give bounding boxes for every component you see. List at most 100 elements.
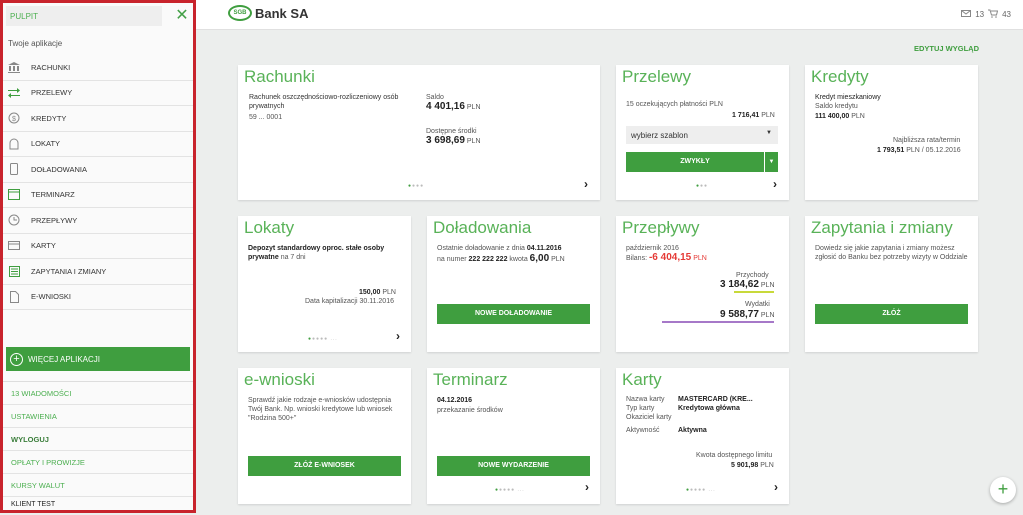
link-settings[interactable]: USTAWIENIA xyxy=(3,405,193,428)
chevron-right-icon[interactable]: › xyxy=(773,177,777,191)
pager-dots[interactable]: ●●●● xyxy=(408,183,424,189)
last-topup: Ostatnie doładowanie z dnia 04.11.2016 xyxy=(437,245,562,252)
card-title: Doładowania xyxy=(433,218,532,237)
card-ewnioski[interactable]: e-wnioski Sprawdź jakie rodzaje e-wniosk… xyxy=(238,368,411,504)
regular-transfer-button[interactable]: ZWYKŁY xyxy=(626,152,764,172)
user-name: KLIENT TEST xyxy=(11,501,56,508)
transfer-icon xyxy=(7,87,21,99)
header-actions: 13 43 xyxy=(961,9,1011,20)
link-messages[interactable]: 13 WIADOMOŚCI xyxy=(3,382,193,405)
sidebar-search-field[interactable]: PULPIT xyxy=(6,6,162,26)
expense-bar xyxy=(662,321,774,323)
bank-logo[interactable]: SGB Bank SA xyxy=(228,5,308,21)
list-icon xyxy=(7,265,21,277)
link-exchange-rates[interactable]: KURSY WALUT xyxy=(3,474,193,497)
cart-count[interactable]: 43 xyxy=(1002,10,1011,19)
deposit-icon xyxy=(7,138,21,150)
next-installment-label: Najbliższa rata/termin xyxy=(893,137,961,144)
card-kredyty[interactable]: Kredyty Kredyt mieszkaniowy Saldo kredyt… xyxy=(805,65,978,200)
next-installment: 1 793,51 PLN / 05.12.2016 xyxy=(877,147,961,154)
phone-icon xyxy=(7,163,21,176)
card-holder-label: Okaziciel karty xyxy=(626,414,672,421)
sidebar-item-label: ZAPYTANIA I ZMIANY xyxy=(31,266,107,276)
pager-dots[interactable]: ●●●●● ... xyxy=(308,336,338,342)
loan-balance-label: Saldo kredytu xyxy=(815,103,858,110)
event-date: 04.12.2016 xyxy=(437,397,473,404)
pager-dots[interactable]: ●●● xyxy=(696,183,708,189)
new-event-button[interactable]: NOWE WYDARZENIE xyxy=(437,456,590,476)
deposit-amount: 150,00 PLN xyxy=(359,289,396,296)
account-number: 59 ... 0001 xyxy=(249,114,283,121)
card-przeplywy[interactable]: Przepływy październik 2016 Bilans: -6 40… xyxy=(616,216,789,352)
chevron-right-icon[interactable]: › xyxy=(774,480,778,494)
cart-icon[interactable] xyxy=(988,9,999,20)
card-zapytania[interactable]: Zapytania i zmiany Dowiedz się jakie zap… xyxy=(805,216,978,352)
sidebar-item-kredyty[interactable]: $ KREDYTY xyxy=(3,106,193,132)
card-lokaty[interactable]: Lokaty Depozyt standardowy oproc. stałe … xyxy=(238,216,411,352)
card-name-label: Nazwa karty xyxy=(626,396,665,403)
template-select-value: wybierz szablon xyxy=(631,131,688,140)
sidebar-item-karty[interactable]: KARTY xyxy=(3,234,193,259)
sidebar-item-label: PRZELEWY xyxy=(31,88,73,98)
card-doladowania[interactable]: Doładowania Ostatnie doładowanie z dnia … xyxy=(427,216,600,352)
template-select[interactable]: wybierz szablon ▼ xyxy=(626,126,778,144)
card-icon xyxy=(7,240,21,252)
card-type-label: Typ karty xyxy=(626,405,655,412)
mail-icon[interactable] xyxy=(961,10,972,19)
sidebar-item-przelewy[interactable]: PRZELEWY xyxy=(3,81,193,106)
messages-count[interactable]: 13 xyxy=(975,10,984,19)
submit-inquiry-button[interactable]: ZŁÓŻ xyxy=(815,304,968,324)
deposit-name: Depozyt standardowy oproc. stałe osoby p… xyxy=(248,245,385,261)
sidebar-item-zapytania[interactable]: ZAPYTANIA I ZMIANY xyxy=(3,259,193,285)
logo-mark: SGB xyxy=(228,5,252,21)
new-topup-button[interactable]: NOWE DOŁADOWANIE xyxy=(437,304,590,324)
transfer-dropdown-button[interactable]: ▼ xyxy=(765,152,778,172)
card-terminarz[interactable]: Terminarz 04.12.2016 przekazanie środków… xyxy=(427,368,600,504)
edit-layout-link[interactable]: EDYTUJ WYGLĄD xyxy=(914,44,979,53)
card-activity-label: Aktywność xyxy=(626,427,660,434)
svg-text:$: $ xyxy=(12,116,16,123)
limit-value: 5 901,98 PLN xyxy=(731,462,774,469)
pager-dots[interactable]: ●●●●● ... xyxy=(686,487,716,493)
ewnioski-description: Sprawdź jakie rodzaje e-wniosków udostęp… xyxy=(248,397,393,422)
card-rachunki[interactable]: Rachunki Rachunek oszczędnościowo-rozlic… xyxy=(238,65,600,200)
add-widget-button[interactable]: + xyxy=(990,477,1016,503)
pending-payments: 15 oczekujących płatności PLN xyxy=(626,101,723,108)
sidebar-item-przeplywy[interactable]: PRZEPŁYWY xyxy=(3,208,193,234)
card-title: Przepływy xyxy=(622,218,700,237)
chevron-right-icon[interactable]: › xyxy=(584,177,588,191)
card-title: e-wnioski xyxy=(244,370,315,389)
card-title: Zapytania i zmiany xyxy=(811,218,953,237)
expense-label: Wydatki xyxy=(745,301,770,308)
sidebar-item-doladowania[interactable]: DOŁADOWANIA xyxy=(3,157,193,183)
event-description: przekazanie środków xyxy=(437,407,503,414)
card-type-value: Kredytowa główna xyxy=(678,405,740,412)
more-apps-button[interactable]: + WIĘCEJ APLIKACJI xyxy=(6,347,190,371)
close-icon[interactable]: ✕ xyxy=(173,7,191,25)
document-icon xyxy=(7,290,21,303)
card-title: Przelewy xyxy=(622,67,691,86)
sidebar-item-terminarz[interactable]: TERMINARZ xyxy=(3,183,193,208)
pager-dots[interactable]: ●●●●● ... xyxy=(495,487,525,493)
sidebar-item-rachunki[interactable]: RACHUNKI xyxy=(3,55,193,81)
clock-icon xyxy=(7,214,21,226)
sidebar-item-ewnioski[interactable]: E-WNIOSKI xyxy=(3,285,193,310)
sidebar-item-label: KREDYTY xyxy=(31,113,67,123)
inquiries-description: Dowiedz się jakie zapytania i zmiany moż… xyxy=(815,245,968,261)
limit-label: Kwota dostępnego limitu xyxy=(696,452,773,459)
topup-details: na numer 222 222 222 kwota 6,00 PLN xyxy=(437,253,565,264)
calendar-icon xyxy=(7,189,21,201)
card-activity-value: Aktywna xyxy=(678,427,707,434)
link-logout[interactable]: WYLOGUJ xyxy=(3,428,193,451)
link-fees[interactable]: OPŁATY I PROWIZJE xyxy=(3,451,193,474)
card-przelewy[interactable]: Przelewy 15 oczekujących płatności PLN 1… xyxy=(616,65,789,200)
sidebar-item-lokaty[interactable]: LOKATY xyxy=(3,132,193,157)
available-value: 3 698,69 PLN xyxy=(426,135,481,146)
logo-text: Bank SA xyxy=(255,5,309,21)
chevron-right-icon[interactable]: › xyxy=(396,329,400,343)
saldo-value: 4 401,16 PLN xyxy=(426,101,481,112)
sidebar-item-label: E-WNIOSKI xyxy=(31,292,72,302)
card-karty[interactable]: Karty Nazwa karty MASTERCARD (KRE... Typ… xyxy=(616,368,789,504)
submit-ewniosek-button[interactable]: ZŁÓŻ E-WNIOSEK xyxy=(248,456,401,476)
chevron-right-icon[interactable]: › xyxy=(585,480,589,494)
